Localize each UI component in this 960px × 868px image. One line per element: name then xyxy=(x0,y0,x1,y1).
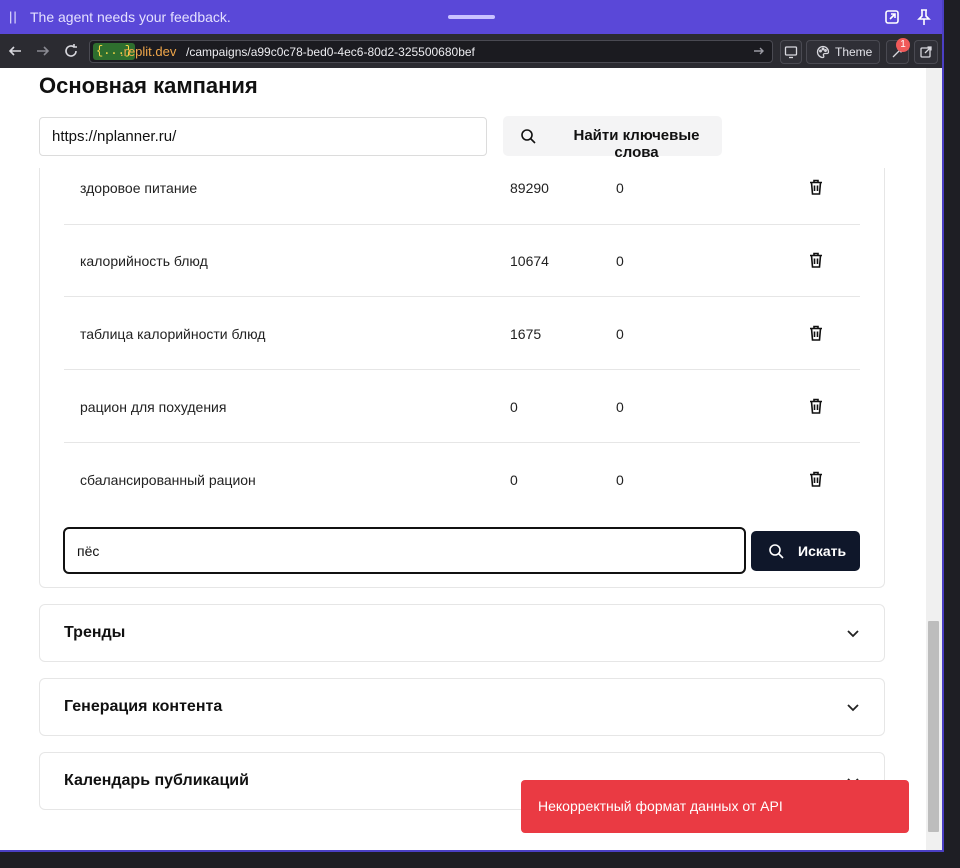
table-row: здоровое питание 89290 0 xyxy=(64,152,860,225)
trash-icon[interactable] xyxy=(807,324,825,342)
back-icon[interactable] xyxy=(6,42,24,60)
table-row: рацион для похудения 0 0 xyxy=(64,370,860,443)
page-scrollbar[interactable] xyxy=(926,68,942,850)
table-row: таблица калорийности блюд 1675 0 xyxy=(64,297,860,370)
keyword-text: таблица калорийности блюд xyxy=(80,326,266,342)
table-row: калорийность блюд 10674 0 xyxy=(64,224,860,297)
page-title: Основная кампания xyxy=(39,73,258,98)
keyword-volume: 89290 xyxy=(510,180,549,196)
browser-window: || The agent needs your feedback. {...} … xyxy=(0,0,944,852)
keyword-text: рацион для похудения xyxy=(80,399,227,415)
search-icon xyxy=(521,129,536,144)
find-keywords-button[interactable]: Найти ключевые слова xyxy=(503,116,722,161)
keyword-text: калорийность блюд xyxy=(80,253,208,269)
scrollbar-thumb[interactable] xyxy=(928,621,939,832)
search-button-label: Искать xyxy=(798,543,847,559)
palette-icon xyxy=(816,45,830,59)
page-content: Основная кампания Найти ключевые слова з… xyxy=(0,68,926,850)
domain-suffix: .replit.dev xyxy=(120,44,177,59)
section-content-generation[interactable]: Генерация контента xyxy=(39,678,885,736)
pin-icon[interactable] xyxy=(915,8,933,26)
theme-button[interactable]: Theme xyxy=(806,40,880,64)
keyword-text: здоровое питание xyxy=(80,180,198,196)
section-trends[interactable]: Тренды xyxy=(39,604,885,662)
trash-icon[interactable] xyxy=(807,470,825,488)
toast-message: Некорректный формат данных от API xyxy=(538,798,783,814)
keyword-volume: 10674 xyxy=(510,253,549,269)
keyword-value: 0 xyxy=(616,326,624,342)
trash-icon[interactable] xyxy=(807,251,825,269)
monitor-icon xyxy=(784,46,798,59)
section-title: Календарь публикаций xyxy=(64,772,249,789)
external-link-icon xyxy=(920,46,932,58)
keyword-volume: 0 xyxy=(510,472,518,488)
new-tab-button[interactable] xyxy=(914,40,938,64)
agent-message: The agent needs your feedback. xyxy=(30,9,231,25)
keyword-value: 0 xyxy=(616,472,624,488)
keyword-volume: 1675 xyxy=(510,326,542,342)
section-title: Тренды xyxy=(64,624,126,641)
agent-feedback-bar: || The agent needs your feedback. xyxy=(0,0,942,34)
search-icon xyxy=(769,544,784,559)
keyword-value: 0 xyxy=(616,180,624,196)
section-title: Генерация контента xyxy=(64,698,223,715)
keyword-value: 0 xyxy=(616,399,624,415)
notification-badge: 1 xyxy=(896,38,910,52)
chevron-down-icon xyxy=(847,704,859,712)
keyword-volume: 0 xyxy=(510,399,518,415)
search-button[interactable]: Искать xyxy=(751,531,860,571)
trash-icon[interactable] xyxy=(807,178,825,196)
table-row: сбалансированный рацион 0 0 xyxy=(64,443,860,516)
trash-icon[interactable] xyxy=(807,397,825,415)
devices-button[interactable] xyxy=(780,40,802,64)
reload-icon[interactable] xyxy=(62,42,80,60)
error-toast[interactable]: Некорректный формат данных от API xyxy=(521,780,909,833)
keyword-text: сбалансированный рацион xyxy=(80,472,256,488)
address-bar[interactable]: {...} .replit.dev /campaigns/a99c0c78-be… xyxy=(89,40,773,63)
url-path: /campaigns/a99c0c78-bed0-4ec6-80d2-32550… xyxy=(186,45,475,59)
drag-handle[interactable] xyxy=(448,15,495,19)
pause-icon[interactable]: || xyxy=(9,9,18,24)
chevron-down-icon xyxy=(847,630,859,638)
keyword-value: 0 xyxy=(616,253,624,269)
keyword-search-input[interactable] xyxy=(63,527,746,574)
theme-label: Theme xyxy=(835,45,873,59)
open-external-icon[interactable] xyxy=(883,8,901,26)
browser-toolbar: {...} .replit.dev /campaigns/a99c0c78-be… xyxy=(0,34,942,68)
go-arrow-icon[interactable] xyxy=(752,44,766,58)
site-url-input[interactable] xyxy=(39,117,487,156)
forward-icon[interactable] xyxy=(34,42,52,60)
